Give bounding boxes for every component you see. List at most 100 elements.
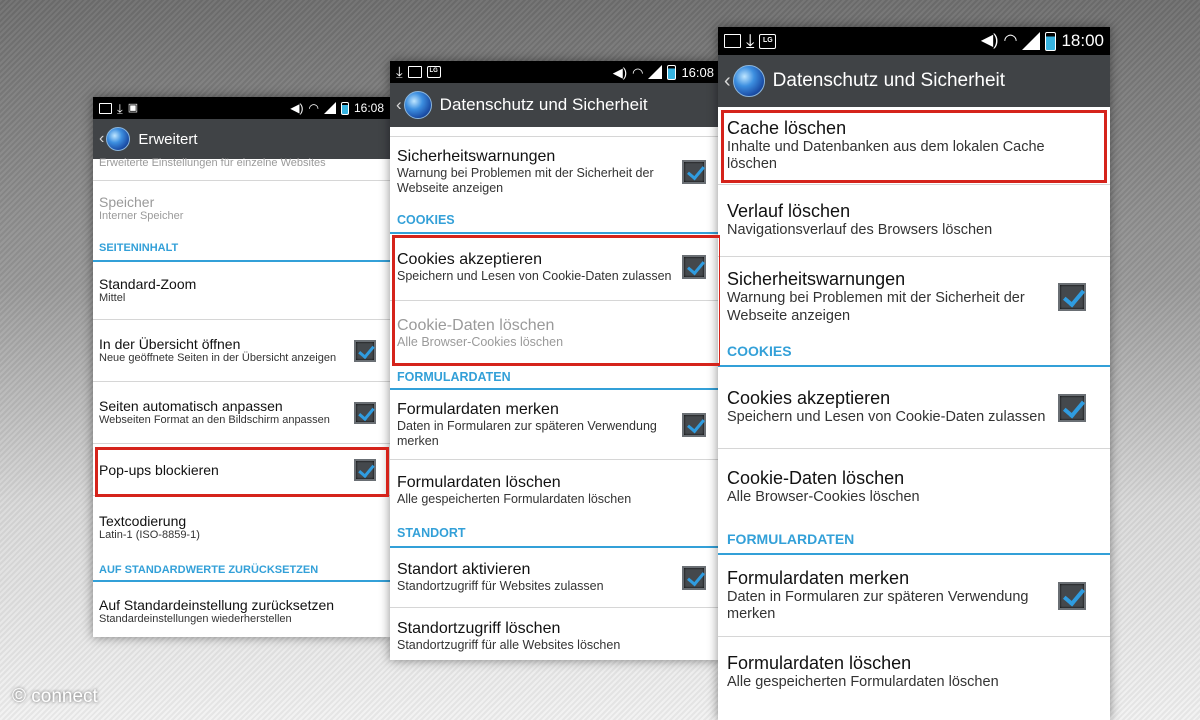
battery-icon	[340, 101, 349, 115]
row-title: Cookies akzeptieren	[727, 388, 891, 409]
briefcase-icon: ▣	[127, 101, 139, 114]
checkbox-checked-icon[interactable]	[1058, 393, 1086, 422]
row-summary: Standardeinstellungen wiederherstellen	[99, 613, 292, 626]
setting-clear-history[interactable]: Verlauf löschen Navigationsverlauf des Br…	[718, 185, 1110, 257]
section-header-page-content: SEITENINHALT	[93, 236, 390, 262]
row-title: Pop-ups blockieren	[99, 461, 219, 478]
setting-clear-cache[interactable]: Cache löschen Inhalte und Datenbanken aus…	[718, 107, 1110, 185]
lg-icon: LG	[759, 33, 777, 49]
signal-icon	[1022, 32, 1041, 50]
row-summary: Warnung bei Problemen mit der Sicherheit…	[727, 290, 1025, 324]
wifi-icon: ◠	[632, 64, 644, 80]
back-arrow-icon[interactable]: ‹	[99, 130, 104, 148]
action-bar[interactable]: ‹ Erweitert	[93, 119, 390, 159]
list-item-partial	[390, 127, 720, 137]
row-summary: Alle gespeicherten Formulardaten löschen	[727, 673, 999, 690]
row-summary: Warnung bei Problemen mit der Sicherheit…	[397, 166, 654, 195]
row-title: Cache löschen	[727, 117, 847, 138]
section-header-cookies: COOKIES	[718, 337, 1110, 367]
status-bar: ⤓ LG ◀︎) ◠ 18:00	[718, 27, 1110, 55]
row-title: Formulardaten merken	[727, 567, 910, 588]
checkbox-checked-icon[interactable]	[682, 565, 706, 590]
row-title: Speicher	[99, 193, 155, 210]
back-arrow-icon[interactable]: ‹	[724, 70, 731, 93]
checkbox-checked-icon[interactable]	[354, 458, 376, 481]
setting-reset-defaults[interactable]: Auf Standardeinstellung zurücksetzen Stan…	[93, 582, 390, 637]
setting-security-warnings[interactable]: Sicherheitswarnungen Warnung bei Probleme…	[390, 137, 720, 207]
setting-remember-form-data[interactable]: Formulardaten merken Daten in Formularen …	[390, 390, 720, 460]
checkbox-checked-icon[interactable]	[1058, 283, 1086, 311]
checkbox-checked-icon[interactable]	[682, 160, 706, 184]
screen-title: Erweitert	[138, 130, 198, 148]
clock: 16:08	[681, 64, 714, 80]
battery-icon	[667, 64, 677, 80]
setting-security-warnings[interactable]: Sicherheitswarnungen Warnung bei Probleme…	[718, 257, 1110, 337]
settings-list: Erweiterte Einstellungen für einzelne We…	[93, 157, 390, 637]
row-title: Textcodierung	[99, 513, 187, 530]
action-bar[interactable]: ‹ Datenschutz und Sicherheit	[390, 83, 720, 127]
row-summary: Webseiten Format an den Bildschirm anpas…	[99, 413, 330, 426]
row-title: Standort aktivieren	[397, 561, 531, 578]
row-summary: Neue geöffnete Seiten in der Übersicht a…	[99, 351, 337, 364]
row-summary: Standortzugriff für Websites zulassen	[397, 579, 604, 593]
setting-enable-location[interactable]: Standort aktivieren Standortzugriff für W…	[390, 548, 720, 608]
setting-accept-cookies[interactable]: Cookies akzeptieren Speichern und Lesen v…	[390, 234, 720, 301]
setting-clear-form-data[interactable]: Formulardaten löschen Alle gespeicherten …	[718, 637, 1110, 707]
row-summary: Daten in Formularen zur späteren Verwend…	[397, 418, 657, 448]
section-header-cookies: COOKIES	[390, 207, 720, 234]
phone-screen-advanced: ⤓ ▣ ◀︎) ◠ 16:08 ‹ Erweitert Erweiterte E…	[93, 97, 390, 637]
image-icon	[724, 34, 741, 48]
row-summary: Speichern und Lesen von Cookie-Daten zul…	[727, 409, 1046, 426]
action-bar[interactable]: ‹ Datenschutz und Sicherheit	[718, 55, 1110, 107]
setting-clear-cookies[interactable]: Cookie-Daten löschen Alle Browser-Cookies…	[718, 449, 1110, 525]
download-icon: ⤓	[396, 63, 403, 81]
setting-clear-location[interactable]: Standortzugriff löschen Standortzugriff f…	[390, 608, 720, 660]
setting-block-popups[interactable]: Pop-ups blockieren	[93, 444, 390, 496]
lg-icon: LG	[426, 66, 441, 78]
row-summary: Alle gespeicherten Formulardaten löschen	[397, 491, 632, 506]
row-title: In der Übersicht öffnen	[99, 335, 241, 352]
browser-globe-icon	[106, 127, 131, 151]
row-title: Cookie-Daten löschen	[397, 316, 555, 334]
checkbox-checked-icon[interactable]	[354, 401, 376, 424]
setting-remember-form-data[interactable]: Formulardaten merken Daten in Formularen …	[718, 555, 1110, 637]
section-header-reset: AUF STANDARDWERTE ZURÜCKSETZEN	[93, 560, 390, 582]
setting-clear-form-data[interactable]: Formulardaten löschen Alle gespeicherten …	[390, 460, 720, 520]
phone-screen-privacy-1: ⤓ LG ◀︎) ◠ 16:08 ‹ Datenschutz und Siche…	[390, 61, 720, 660]
setting-default-zoom[interactable]: Standard-Zoom Mittel	[93, 262, 390, 320]
row-title: Sicherheitswarnungen	[397, 148, 556, 165]
row-title: Auf Standardeinstellung zurücksetzen	[99, 597, 335, 614]
row-summary: Standortzugriff für alle Websites lösche…	[397, 637, 621, 652]
section-header-location: STANDORT	[390, 520, 720, 548]
row-title: Seiten automatisch anpassen	[99, 397, 283, 414]
setting-storage[interactable]: Speicher Interner Speicher	[93, 181, 390, 236]
screen-title: Datenschutz und Sicherheit	[772, 70, 1006, 91]
signal-icon	[648, 65, 663, 79]
sites-description-row[interactable]: Erweiterte Einstellungen für einzelne We…	[93, 157, 390, 181]
back-arrow-icon[interactable]: ‹	[396, 95, 402, 115]
row-title: Sicherheitswarnungen	[727, 269, 906, 290]
section-header-form-data: FORMULARDATEN	[390, 365, 720, 390]
row-title: Standard-Zoom	[99, 275, 197, 292]
checkbox-checked-icon[interactable]	[682, 412, 706, 437]
status-bar: ⤓ ▣ ◀︎) ◠ 16:08	[93, 97, 390, 119]
settings-list: Cache löschen Inhalte und Datenbanken aus…	[718, 107, 1110, 707]
setting-auto-fit-pages[interactable]: Seiten automatisch anpassen Webseiten For…	[93, 382, 390, 444]
row-summary: Alle Browser-Cookies löschen	[727, 488, 920, 505]
row-summary: Speichern und Lesen von Cookie-Daten zul…	[397, 268, 672, 283]
checkbox-checked-icon[interactable]	[682, 255, 706, 279]
download-icon: ⤓	[746, 30, 755, 52]
row-summary: Alle Browser-Cookies löschen	[397, 334, 564, 349]
setting-clear-cookies[interactable]: Cookie-Daten löschen Alle Browser-Cookies…	[390, 301, 720, 365]
screen-title: Datenschutz und Sicherheit	[439, 95, 648, 114]
row-title: Standortzugriff löschen	[397, 619, 561, 637]
setting-text-encoding[interactable]: Textcodierung Latin-1 (ISO-8859-1)	[93, 496, 390, 560]
setting-open-in-overview[interactable]: In der Übersicht öffnen Neue geöffnete Se…	[93, 320, 390, 382]
checkbox-checked-icon[interactable]	[354, 339, 376, 362]
row-title: Formulardaten löschen	[397, 473, 561, 491]
settings-list: Sicherheitswarnungen Warnung bei Probleme…	[390, 127, 720, 660]
checkbox-checked-icon[interactable]	[1058, 581, 1086, 610]
status-bar: ⤓ LG ◀︎) ◠ 16:08	[390, 61, 720, 83]
wifi-icon: ◠	[1003, 32, 1018, 49]
setting-accept-cookies[interactable]: Cookies akzeptieren Speichern und Lesen v…	[718, 367, 1110, 449]
